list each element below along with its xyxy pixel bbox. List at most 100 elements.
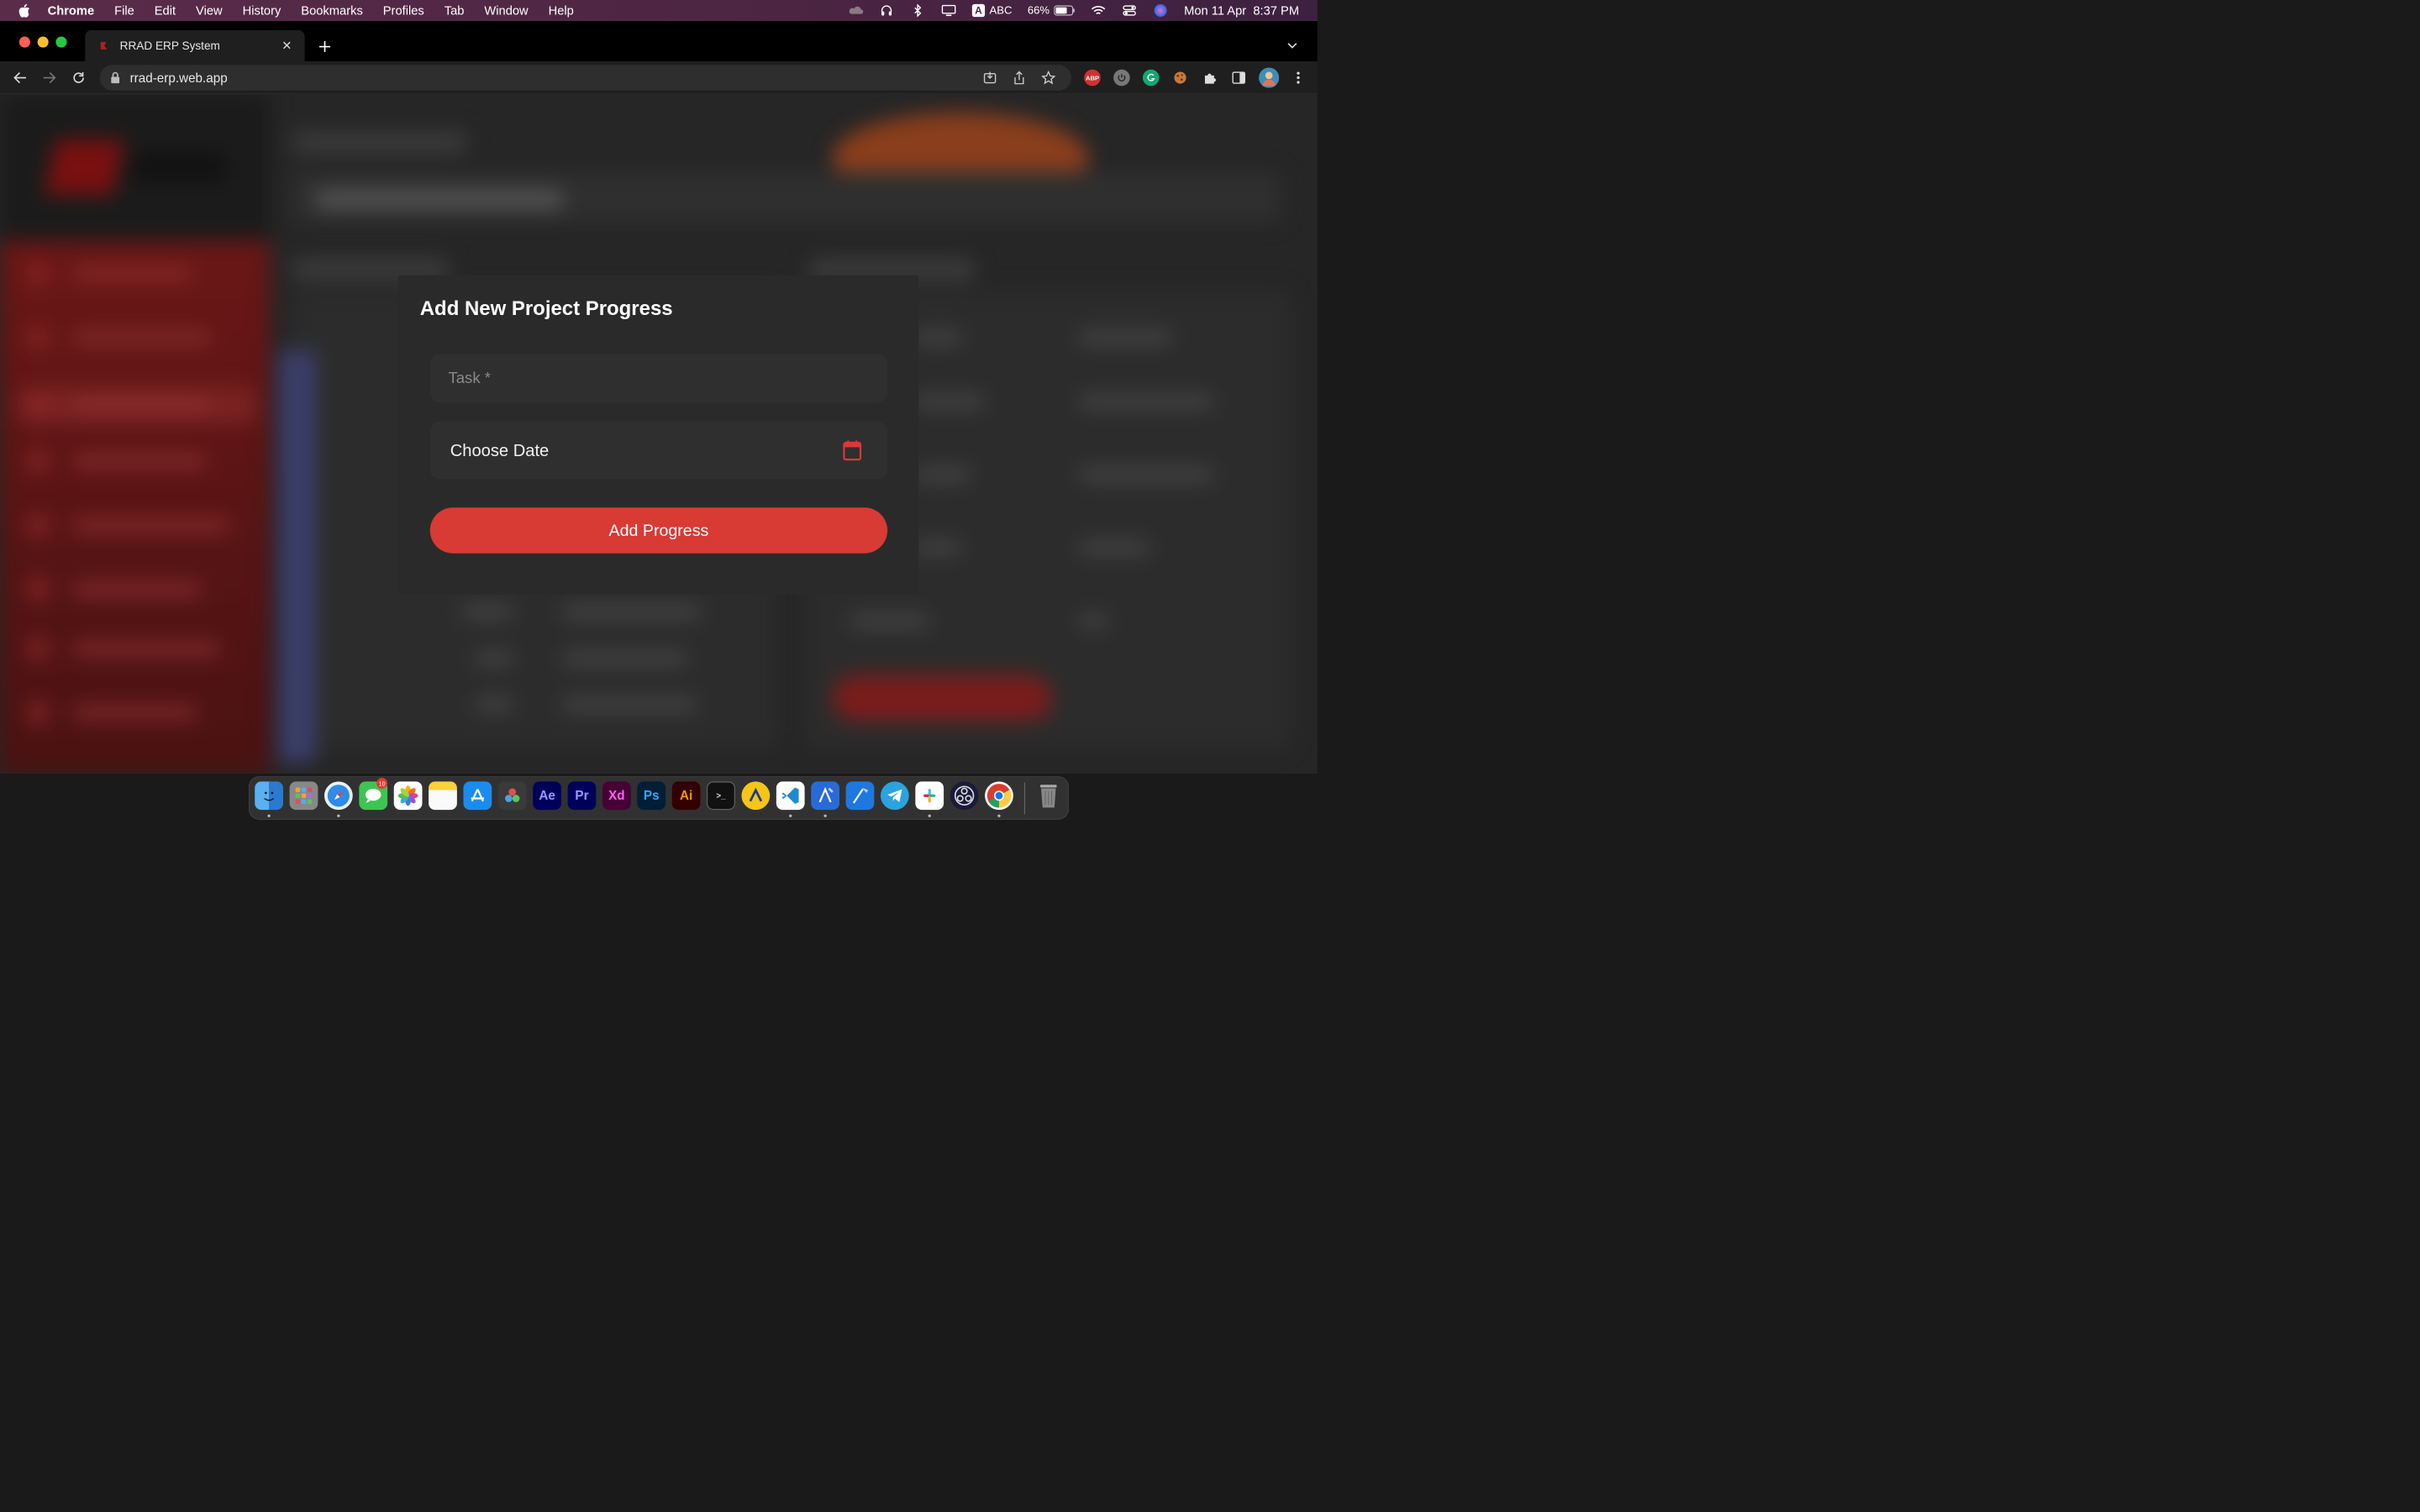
running-indicator: [789, 814, 792, 817]
menu-window[interactable]: Window: [484, 3, 528, 18]
wifi-icon[interactable]: [1091, 4, 1107, 17]
row-placeholder: [914, 396, 984, 407]
share-icon[interactable]: [1012, 71, 1026, 85]
adobe-xd-app-icon[interactable]: Xd: [602, 781, 631, 811]
back-arrow-icon[interactable]: [12, 70, 29, 87]
finder-app-icon[interactable]: [255, 781, 283, 811]
lock-icon[interactable]: [110, 71, 121, 84]
running-indicator: [337, 814, 340, 817]
battery-status[interactable]: 66%: [1028, 4, 1076, 17]
safari-app-icon[interactable]: [324, 781, 353, 811]
after-effects-app-icon[interactable]: Ae: [533, 781, 561, 811]
row-placeholder: [461, 606, 513, 617]
apple-logo-icon[interactable]: [18, 3, 31, 18]
window-minimize-button[interactable]: [37, 36, 49, 48]
calendar-icon[interactable]: [843, 440, 862, 461]
task-field[interactable]: [429, 354, 888, 403]
running-indicator: [928, 814, 931, 817]
new-tab-button[interactable]: [316, 38, 334, 56]
grammarly-icon[interactable]: [1142, 69, 1160, 87]
running-indicator: [823, 814, 827, 817]
menu-view[interactable]: View: [196, 3, 223, 18]
cloud-icon[interactable]: [848, 4, 864, 17]
row-placeholder: [476, 653, 513, 664]
row-placeholder: [914, 542, 961, 554]
browser-toolbar: rrad-erp.web.app ABP: [0, 60, 1318, 95]
row-placeholder: [914, 469, 971, 480]
reload-icon[interactable]: [71, 70, 87, 87]
row-placeholder: [850, 615, 929, 627]
power-icon[interactable]: [1113, 69, 1130, 87]
chrome-app-icon[interactable]: [985, 781, 1013, 811]
sidebar-item: [27, 702, 229, 724]
chevron-down-icon[interactable]: [1286, 39, 1299, 52]
slack-app-icon[interactable]: [915, 781, 944, 811]
menu-bookmarks[interactable]: Bookmarks: [301, 3, 363, 18]
davinci-resolve-app-icon[interactable]: [497, 781, 527, 811]
telegram-app-icon[interactable]: [880, 781, 909, 811]
install-app-icon[interactable]: [982, 71, 997, 85]
star-bookmark-icon[interactable]: [1041, 71, 1055, 85]
sidebar-item: [27, 638, 229, 660]
photoshop-app-icon[interactable]: Ps: [637, 781, 666, 811]
row-placeholder: [1079, 469, 1213, 480]
siri-icon[interactable]: [1153, 3, 1169, 18]
terminal-app-icon[interactable]: >_: [707, 781, 735, 811]
menu-file[interactable]: File: [114, 3, 134, 18]
more-icon[interactable]: [1290, 70, 1307, 87]
url-text[interactable]: rrad-erp.web.app: [130, 71, 228, 85]
obs-app-icon[interactable]: [950, 781, 979, 811]
cookie-icon[interactable]: [1172, 70, 1189, 87]
row-placeholder: [1079, 396, 1213, 407]
tab-title: RRAD ERP System: [119, 39, 220, 52]
rrad-logo-text: [132, 153, 224, 181]
browser-tab-active[interactable]: RRAD ERP System: [85, 29, 305, 61]
puzzle-icon[interactable]: [1202, 70, 1218, 87]
menu-clock[interactable]: Mon 11 Apr 8:37 PM: [1184, 3, 1299, 18]
row-placeholder: [1079, 615, 1107, 627]
app-store-app-icon[interactable]: [463, 781, 492, 811]
abp-label: ABP: [1085, 74, 1100, 81]
window-close-button[interactable]: [18, 36, 30, 48]
premiere-pro-app-icon[interactable]: Pr: [567, 781, 597, 811]
headphones-icon[interactable]: [879, 4, 895, 17]
abp-icon[interactable]: ABP: [1084, 69, 1101, 87]
xcode-app-icon[interactable]: [845, 781, 875, 811]
illustrator-app-icon[interactable]: Ai: [671, 781, 701, 811]
row-placeholder: [1079, 332, 1171, 344]
sidepanel-icon[interactable]: [1230, 70, 1247, 87]
bluetooth-icon[interactable]: [910, 3, 926, 18]
date-picker-field[interactable]: Choose Date: [429, 421, 888, 480]
profile-avatar[interactable]: [1259, 67, 1280, 88]
notes-app-icon[interactable]: [429, 781, 457, 811]
menu-tab[interactable]: Tab: [445, 3, 465, 18]
vscode-app-icon[interactable]: [776, 781, 805, 811]
input-source[interactable]: A ABC: [971, 3, 1012, 18]
display-icon[interactable]: [941, 4, 957, 17]
right-panel-button: [832, 675, 1053, 721]
sidebar-item: [27, 263, 229, 285]
add-progress-button[interactable]: Add Progress: [429, 507, 888, 554]
menu-help[interactable]: Help: [549, 3, 574, 18]
menu-app-name[interactable]: Chrome: [48, 3, 95, 18]
task-input[interactable]: [448, 354, 860, 403]
photos-app-icon[interactable]: [393, 781, 423, 811]
browser-tab-strip: RRAD ERP System: [0, 21, 1318, 61]
trash-app-icon[interactable]: [1034, 781, 1063, 810]
sidebar-item-active: [18, 386, 256, 424]
menu-edit[interactable]: Edit: [155, 3, 176, 18]
date-label: Choose Date: [450, 440, 550, 460]
address-bar[interactable]: rrad-erp.web.app: [99, 65, 1071, 91]
window-zoom-button[interactable]: [55, 36, 67, 48]
control-center-icon[interactable]: [1122, 4, 1138, 17]
launchpad-app-icon[interactable]: [289, 781, 318, 811]
menu-profiles[interactable]: Profiles: [383, 3, 424, 18]
page-background: Add New Project Progress Choose Date Add…: [0, 94, 1318, 774]
breadcrumb-placeholder: [315, 190, 563, 209]
menu-history[interactable]: History: [243, 3, 281, 18]
xcode-instruments-app-icon[interactable]: [811, 781, 839, 811]
arc-app-icon[interactable]: [741, 781, 771, 811]
tab-close-icon[interactable]: [279, 38, 295, 54]
forward-arrow-icon[interactable]: [41, 70, 58, 87]
sidebar-item: [27, 514, 229, 537]
